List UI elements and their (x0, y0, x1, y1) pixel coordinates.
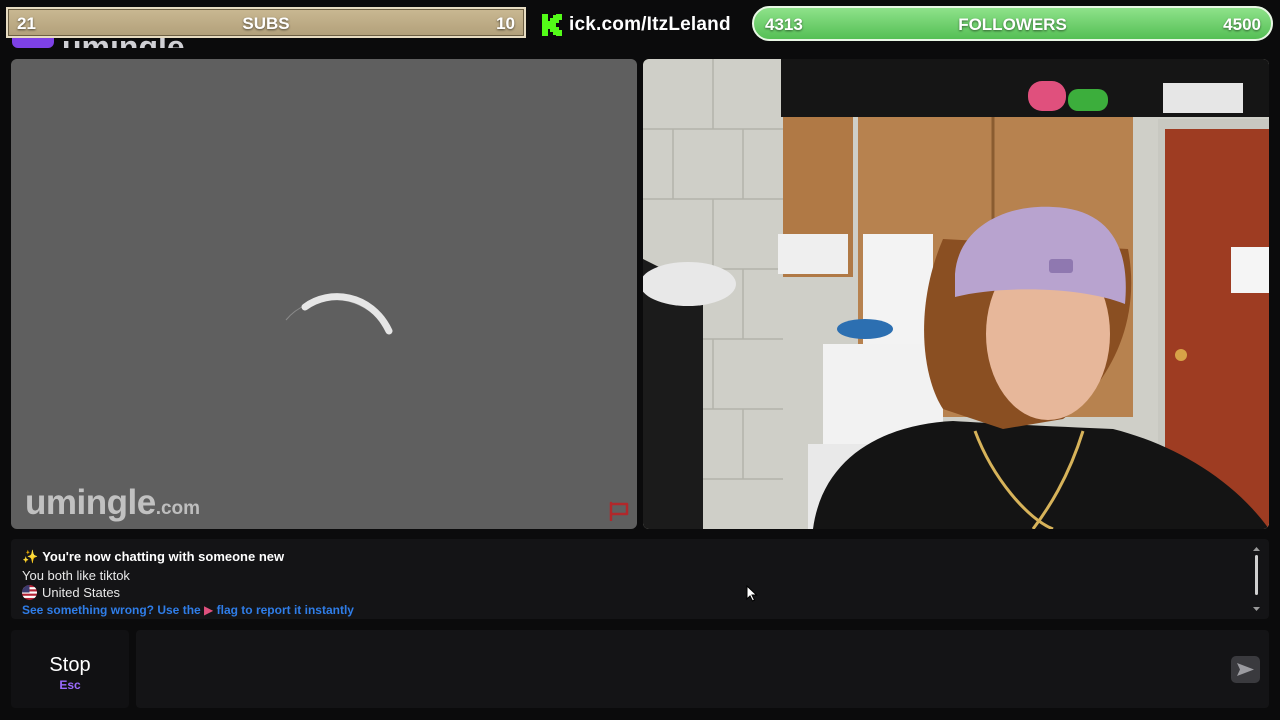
chat-line-country: United States (22, 585, 120, 600)
webcam-feed (643, 59, 1269, 529)
chat-line-new-partner: You're now chatting with someone new (42, 549, 285, 564)
chat-line-report-hint: See something wrong? Use the ▶ flag to r… (22, 603, 354, 617)
inline-flag-icon: ▶ (204, 603, 214, 617)
us-flag-icon (22, 585, 37, 600)
report-hint-start: See something wrong? Use the (22, 603, 201, 617)
subs-goal-bar: 21 SUBS 10 (6, 7, 526, 38)
kick-logo-icon (542, 14, 562, 36)
chat-scrollbar[interactable] (1252, 546, 1261, 612)
stop-button[interactable]: Stop Esc (11, 630, 129, 708)
followers-label: FOLLOWERS (958, 15, 1067, 34)
message-input[interactable] (150, 654, 1210, 684)
subs-label: SUBS (242, 14, 290, 33)
subs-target: 10 (496, 14, 515, 33)
chat-system-message: ✨ You're now chatting with someone new (22, 549, 284, 565)
kick-channel-link: ick.com/ItzLeland (541, 11, 731, 39)
report-hint-end: flag to report it instantly (216, 603, 354, 617)
message-box (136, 630, 1269, 708)
country-name: United States (42, 585, 121, 600)
report-flag-icon[interactable] (608, 501, 630, 521)
self-video-panel (643, 59, 1269, 529)
loading-spinner-icon (285, 293, 393, 335)
app-root: umingle 21 SUBS 10 ick.com/ItzLeland 431… (0, 0, 1280, 720)
stop-shortcut: Esc (59, 678, 81, 692)
chat-log[interactable]: ✨ You're now chatting with someone new Yo… (11, 539, 1269, 619)
site-watermark: umingle .com (25, 483, 200, 523)
send-arrow-icon (1237, 663, 1254, 676)
watermark-suffix: .com (155, 498, 201, 519)
send-button[interactable] (1231, 656, 1260, 683)
chat-line-common-interest: You both like tiktok (22, 568, 130, 583)
followers-target: 4500 (1223, 15, 1261, 34)
kick-url: ick.com/ItzLeland (569, 14, 731, 35)
mouse-cursor-icon (746, 585, 758, 602)
stop-label: Stop (49, 654, 91, 676)
stranger-video-panel: umingle .com (11, 59, 637, 529)
sparkle-icon: ✨ (22, 549, 39, 564)
followers-goal-bar: 4313 FOLLOWERS 4500 (752, 6, 1273, 41)
watermark-main: umingle (25, 483, 156, 522)
